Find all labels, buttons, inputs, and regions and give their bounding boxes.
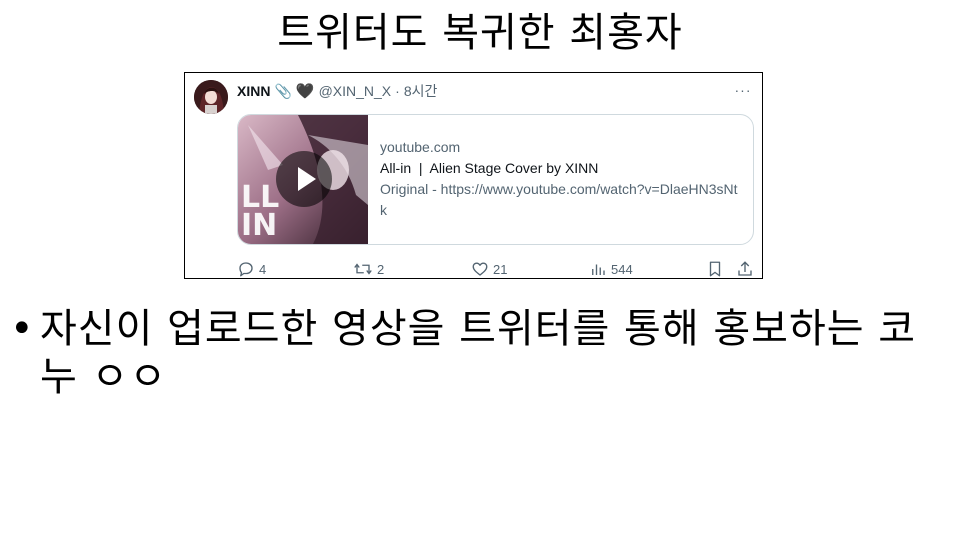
link-card[interactable]: LL IN youtube.com All-in | Alien Stage C…	[237, 114, 754, 245]
svg-text:IN: IN	[241, 208, 277, 243]
play-icon[interactable]	[276, 151, 332, 207]
timestamp[interactable]: 8시간	[404, 81, 438, 101]
like-button[interactable]: 21	[471, 259, 507, 279]
retweet-icon	[354, 263, 372, 275]
handle[interactable]: @XIN_N_X	[319, 83, 392, 99]
display-name[interactable]: XINN	[237, 83, 270, 99]
share-button[interactable]	[736, 259, 754, 279]
retweet-count: 2	[377, 261, 385, 277]
retweet-button[interactable]: 2	[353, 259, 384, 279]
slide-title: 트위터도 복귀한 최홍자	[277, 10, 683, 56]
views-chart-icon	[592, 264, 605, 275]
reply-button[interactable]: 4	[237, 259, 266, 279]
bullet-text: 자신이 업로드한 영상을 트위터를 통해 홍보하는 코누 ㅇㅇ	[40, 306, 917, 400]
bookmark-button[interactable]	[706, 259, 724, 279]
bullet-paragraph: • 자신이 업로드한 영상을 트위터를 통해 홍보하는 코누 ㅇㅇ	[10, 305, 940, 401]
more-options-icon[interactable]: ···	[734, 81, 752, 99]
card-title: All-in | Alien Stage Cover by XINN	[380, 160, 599, 176]
like-count: 21	[493, 261, 508, 277]
black-heart-icon: 🖤	[295, 83, 315, 100]
separator-dot: ·	[395, 83, 400, 99]
reply-count: 4	[259, 261, 267, 277]
card-domain: youtube.com	[380, 139, 461, 155]
avatar[interactable]	[194, 80, 228, 114]
video-thumbnail[interactable]: LL IN	[238, 115, 368, 244]
card-description: Original - https://www.youtube.com/watch…	[380, 181, 738, 218]
tweet-embed[interactable]: XINN 📎 🖤 @XIN_N_X · 8시간 ··· LL IN youtub…	[184, 72, 763, 279]
share-icon	[738, 261, 752, 276]
reply-icon	[239, 262, 253, 277]
heart-icon	[472, 262, 488, 276]
tweet-actions: 4 2 21 544	[237, 259, 755, 279]
paperclip-icon: 📎	[274, 82, 292, 99]
tweet-header: XINN 📎 🖤 @XIN_N_X · 8시간	[237, 81, 437, 101]
views-count: 544	[611, 261, 633, 277]
bullet-point: •	[10, 306, 35, 352]
card-text: youtube.com All-in | Alien Stage Cover b…	[380, 137, 740, 221]
views-button[interactable]: 544	[589, 259, 633, 279]
bookmark-icon	[709, 261, 721, 277]
